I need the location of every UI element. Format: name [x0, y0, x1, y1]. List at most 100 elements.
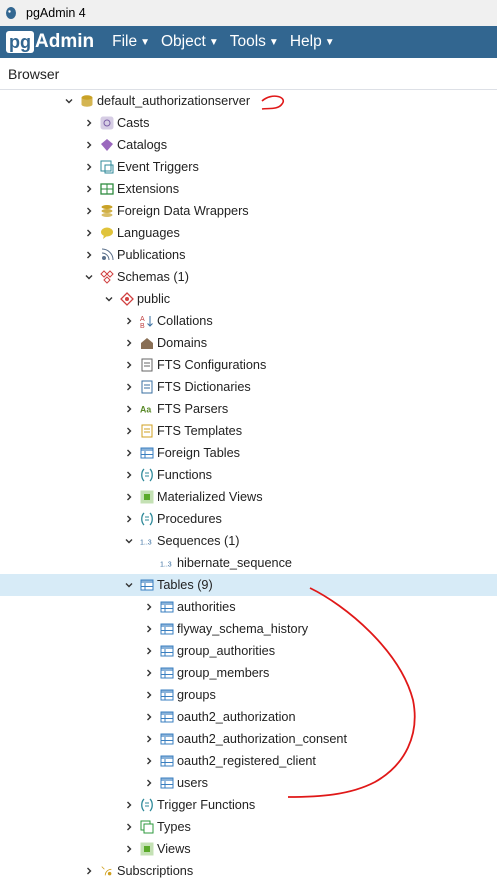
tree-node-oauth2-authorization-consent[interactable]: oauth2_authorization_consent [0, 728, 497, 750]
tree-node-collations[interactable]: A B Collations [0, 310, 497, 332]
tree-node-types[interactable]: Types [0, 816, 497, 838]
tree-node-group-authorities[interactable]: group_authorities [0, 640, 497, 662]
chevron-right-icon[interactable] [122, 314, 136, 328]
table-icon [160, 644, 174, 658]
chevron-right-icon[interactable] [122, 468, 136, 482]
chevron-right-icon[interactable] [122, 490, 136, 504]
tree-node-languages[interactable]: Languages [0, 222, 497, 244]
tree-node-foreign-tables[interactable]: Foreign Tables [0, 442, 497, 464]
subscription-icon [100, 864, 114, 878]
tree-node-fts-parsers[interactable]: Aa FTS Parsers [0, 398, 497, 420]
tree-node-schemas[interactable]: Schemas (1) [0, 266, 497, 288]
table-icon [160, 710, 174, 724]
chevron-right-icon[interactable] [142, 666, 156, 680]
tree-node-domains[interactable]: Domains [0, 332, 497, 354]
tree-node-authorities[interactable]: authorities [0, 596, 497, 618]
chevron-right-icon[interactable] [82, 116, 96, 130]
tree-node-subscriptions[interactable]: Subscriptions [0, 860, 497, 882]
tree-node-casts[interactable]: Casts [0, 112, 497, 134]
tree-node-functions[interactable]: Functions [0, 464, 497, 486]
chevron-down-icon[interactable] [102, 292, 116, 306]
tree-node-flyway-schema-history[interactable]: flyway_schema_history [0, 618, 497, 640]
chevron-down-icon[interactable] [122, 578, 136, 592]
chevron-right-icon[interactable] [122, 842, 136, 856]
tree-node-fts-templates[interactable]: FTS Templates [0, 420, 497, 442]
chevron-right-icon[interactable] [82, 204, 96, 218]
chevron-right-icon[interactable] [122, 402, 136, 416]
database-icon [80, 94, 94, 108]
table-icon [160, 666, 174, 680]
tree-node-users[interactable]: users [0, 772, 497, 794]
tree-node-default-authorizationserver[interactable]: default_authorizationserver [0, 90, 497, 112]
chevron-right-icon[interactable] [142, 732, 156, 746]
chevron-right-icon[interactable] [142, 644, 156, 658]
tree-node-content: public [0, 292, 170, 306]
menu-object[interactable]: Object ▼ [161, 33, 219, 51]
tree-node-extensions[interactable]: Extensions [0, 178, 497, 200]
tree-node-content: group_authorities [0, 644, 275, 658]
tree-node-oauth2-authorization[interactable]: oauth2_authorization [0, 706, 497, 728]
tables-icon [140, 578, 154, 592]
chevron-down-icon[interactable] [62, 94, 76, 108]
tree-node-foreign-data-wrappers[interactable]: Foreign Data Wrappers [0, 200, 497, 222]
chevron-right-icon[interactable] [142, 776, 156, 790]
tree-node-procedures[interactable]: Procedures [0, 508, 497, 530]
tree-node-hibernate-sequence[interactable]: 1..3 hibernate_sequence [0, 552, 497, 574]
chevron-right-icon[interactable] [122, 380, 136, 394]
tree-node-fts-configurations[interactable]: FTS Configurations [0, 354, 497, 376]
tree-node-group-members[interactable]: group_members [0, 662, 497, 684]
tree-node-label: default_authorizationserver [97, 94, 251, 108]
tree-node-label: Types [157, 820, 191, 834]
chevron-down-icon[interactable] [122, 534, 136, 548]
chevron-right-icon[interactable] [82, 138, 96, 152]
chevron-down-icon[interactable] [82, 270, 96, 284]
chevron-right-icon[interactable] [122, 512, 136, 526]
logo-pg: pg [6, 31, 34, 53]
catalog-icon [100, 138, 114, 152]
tree-node-catalogs[interactable]: Catalogs [0, 134, 497, 156]
menu-help[interactable]: Help ▼ [290, 33, 335, 51]
menu-file[interactable]: File ▼ [112, 33, 150, 51]
chevron-right-icon[interactable] [142, 600, 156, 614]
tree-node-sequences[interactable]: 1..3 Sequences (1) [0, 530, 497, 552]
chevron-right-icon[interactable] [142, 622, 156, 636]
tree-node-content: 1..3 hibernate_sequence [0, 556, 292, 570]
chevron-right-icon[interactable] [82, 864, 96, 878]
chevron-right-icon[interactable] [122, 446, 136, 460]
svg-text:1..3: 1..3 [160, 562, 172, 569]
menu-tools[interactable]: Tools ▼ [230, 33, 279, 51]
chevron-right-icon[interactable] [122, 336, 136, 350]
tree-node-groups[interactable]: groups [0, 684, 497, 706]
tree-node-oauth2-registered-client[interactable]: oauth2_registered_client [0, 750, 497, 772]
tree-node-content: oauth2_registered_client [0, 754, 316, 768]
chevron-right-icon[interactable] [142, 754, 156, 768]
chevron-down-icon: ▼ [268, 36, 279, 48]
tree-node-content: 1..3 Sequences (1) [0, 534, 240, 548]
tree-node-views[interactable]: Views [0, 838, 497, 860]
chevron-down-icon: ▼ [140, 36, 150, 48]
tree-node-event-triggers[interactable]: Event Triggers [0, 156, 497, 178]
table-icon [160, 776, 174, 790]
chevron-right-icon[interactable] [122, 358, 136, 372]
chevron-right-icon[interactable] [82, 248, 96, 262]
tree-node-trigger-functions[interactable]: Trigger Functions [0, 794, 497, 816]
tree-node-content: Tables (9) [0, 578, 213, 592]
tree-node-tables[interactable]: Tables (9) [0, 574, 497, 596]
tree-node-label: Casts [117, 116, 150, 130]
chevron-right-icon[interactable] [122, 820, 136, 834]
chevron-right-icon[interactable] [82, 160, 96, 174]
tree-node-materialized-views[interactable]: Materialized Views [0, 486, 497, 508]
tree-node-fts-dictionaries[interactable]: FTS Dictionaries [0, 376, 497, 398]
chevron-right-icon[interactable] [82, 182, 96, 196]
tree-node-label: hibernate_sequence [177, 556, 292, 570]
chevron-right-icon[interactable] [82, 226, 96, 240]
chevron-right-icon[interactable] [122, 424, 136, 438]
tree-node-label: flyway_schema_history [177, 622, 309, 636]
tree-node-label: groups [177, 688, 216, 702]
chevron-right-icon[interactable] [122, 798, 136, 812]
tree-node-content: A B Collations [0, 314, 213, 328]
chevron-right-icon[interactable] [142, 710, 156, 724]
chevron-right-icon[interactable] [142, 688, 156, 702]
tree-node-public[interactable]: public [0, 288, 497, 310]
tree-node-publications[interactable]: Publications [0, 244, 497, 266]
